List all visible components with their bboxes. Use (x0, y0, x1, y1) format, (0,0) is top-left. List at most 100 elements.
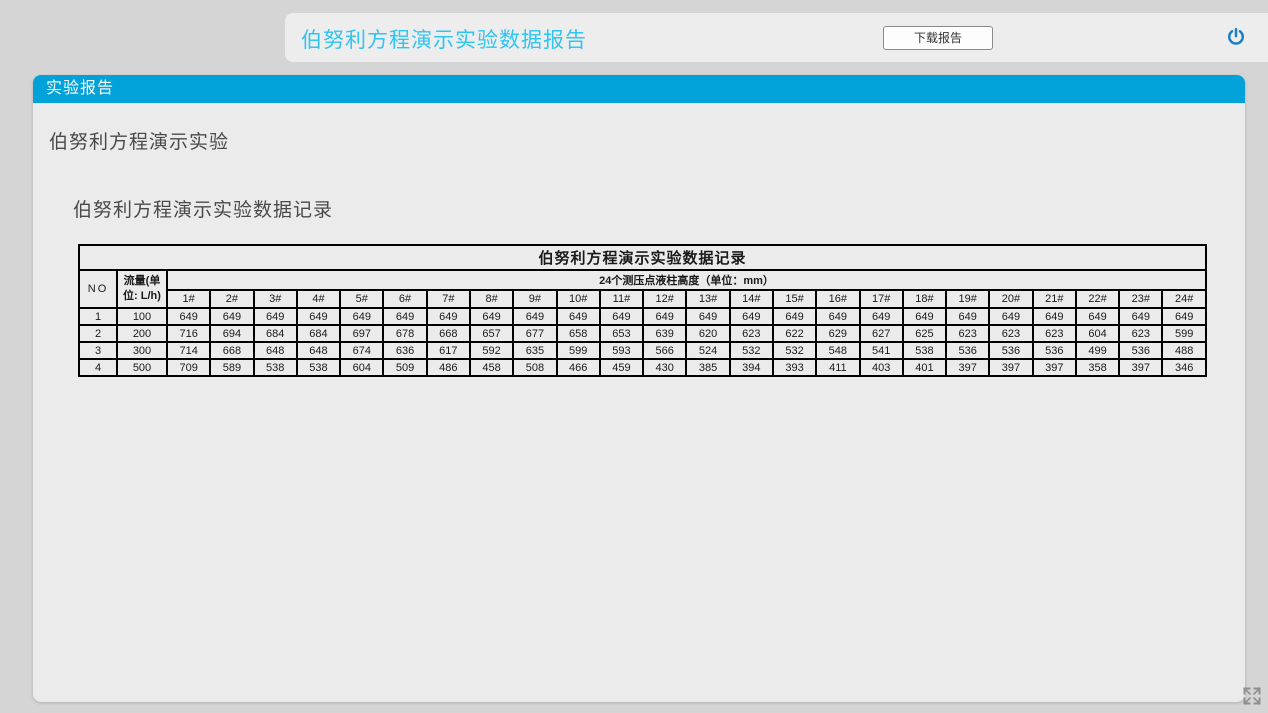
measurement-cell: 536 (989, 342, 1032, 359)
column-header-point: 11# (600, 290, 643, 308)
measurement-cell: 649 (773, 308, 816, 325)
measurement-cell: 677 (513, 325, 556, 342)
measurement-cell: 538 (254, 359, 297, 376)
measurement-cell: 649 (600, 308, 643, 325)
download-report-button[interactable]: 下载报告 (883, 26, 993, 50)
measurement-cell: 532 (730, 342, 773, 359)
flow-rate-cell: 100 (117, 308, 167, 325)
measurement-cell: 509 (383, 359, 426, 376)
row-number-cell: 4 (79, 359, 117, 376)
power-icon[interactable] (1226, 27, 1246, 47)
measurement-cell: 548 (816, 342, 859, 359)
row-number-cell: 2 (79, 325, 117, 342)
column-header-point: 21# (1033, 290, 1076, 308)
column-header-point: 8# (470, 290, 513, 308)
column-header-point: 24# (1162, 290, 1206, 308)
top-header-band: 伯努利方程演示实验数据报告 下载报告 (285, 13, 1268, 62)
measurement-cell: 668 (427, 325, 470, 342)
measurement-cell: 541 (860, 342, 903, 359)
row-number-cell: 3 (79, 342, 117, 359)
measurement-cell: 466 (557, 359, 600, 376)
measurement-cell: 649 (383, 308, 426, 325)
column-header-flow: 流量(单位: L/h) (117, 270, 167, 308)
section-title: 伯努利方程演示实验数据记录 (73, 195, 1245, 222)
measurement-cell: 649 (1162, 308, 1206, 325)
measurement-cell: 397 (989, 359, 1032, 376)
report-panel: 实验报告 伯努利方程演示实验 伯努利方程演示实验数据记录 伯努利方程演示实验数据… (33, 75, 1245, 702)
measurement-cell: 684 (254, 325, 297, 342)
measurement-cell: 649 (1033, 308, 1076, 325)
measurement-cell: 532 (773, 342, 816, 359)
table-point-header-row: 1#2#3#4#5#6#7#8#9#10#11#12#13#14#15#16#1… (79, 290, 1206, 308)
measurement-cell: 629 (816, 325, 859, 342)
measurement-cell: 649 (1119, 308, 1162, 325)
table-row: 4500709589538538604509486458508466459430… (79, 359, 1206, 376)
measurement-cell: 393 (773, 359, 816, 376)
measurement-cell: 649 (340, 308, 383, 325)
measurement-cell: 653 (600, 325, 643, 342)
measurement-cell: 623 (730, 325, 773, 342)
panel-banner: 实验报告 (33, 75, 1245, 103)
measurement-cell: 599 (557, 342, 600, 359)
table-row: 3300714668648648674636617592635599593566… (79, 342, 1206, 359)
measurement-cell: 649 (557, 308, 600, 325)
measurement-cell: 649 (254, 308, 297, 325)
measurement-cell: 385 (686, 359, 729, 376)
measurement-cell: 678 (383, 325, 426, 342)
column-header-point: 6# (383, 290, 426, 308)
measurement-cell: 649 (903, 308, 946, 325)
measurement-cell: 623 (1119, 325, 1162, 342)
column-header-point: 13# (686, 290, 729, 308)
measurement-cell: 649 (730, 308, 773, 325)
measurement-cell: 649 (297, 308, 340, 325)
measurement-cell: 639 (643, 325, 686, 342)
measurement-cell: 649 (989, 308, 1032, 325)
column-header-point: 10# (557, 290, 600, 308)
measurement-cell: 524 (686, 342, 729, 359)
measurement-cell: 397 (946, 359, 989, 376)
column-header-point: 4# (297, 290, 340, 308)
measurement-cell: 599 (1162, 325, 1206, 342)
experiment-title: 伯努利方程演示实验 (49, 127, 1245, 154)
column-header-point: 17# (860, 290, 903, 308)
page-title: 伯努利方程演示实验数据报告 (301, 24, 587, 54)
column-header-pressure-points: 24个测压点液柱高度（单位：mm） (167, 270, 1206, 290)
flow-rate-cell: 200 (117, 325, 167, 342)
measurement-cell: 648 (297, 342, 340, 359)
column-header-point: 20# (989, 290, 1032, 308)
measurement-cell: 397 (1119, 359, 1162, 376)
measurement-cell: 649 (210, 308, 253, 325)
measurement-cell: 714 (167, 342, 210, 359)
measurement-cell: 411 (816, 359, 859, 376)
column-header-point: 14# (730, 290, 773, 308)
measurement-cell: 627 (860, 325, 903, 342)
measurement-cell: 649 (686, 308, 729, 325)
measurement-cell: 623 (989, 325, 1032, 342)
measurement-cell: 403 (860, 359, 903, 376)
measurement-cell: 459 (600, 359, 643, 376)
column-header-point: 15# (773, 290, 816, 308)
flow-rate-cell: 500 (117, 359, 167, 376)
column-header-point: 16# (816, 290, 859, 308)
measurement-cell: 684 (297, 325, 340, 342)
measurement-cell: 636 (383, 342, 426, 359)
measurement-cell: 649 (167, 308, 210, 325)
column-header-point: 18# (903, 290, 946, 308)
measurement-cell: 346 (1162, 359, 1206, 376)
measurement-cell: 649 (946, 308, 989, 325)
measurement-cell: 458 (470, 359, 513, 376)
measurement-cell: 620 (686, 325, 729, 342)
measurement-cell: 604 (340, 359, 383, 376)
column-header-point: 9# (513, 290, 556, 308)
measurement-cell: 536 (1033, 342, 1076, 359)
measurement-cell: 648 (254, 342, 297, 359)
measurement-cell: 709 (167, 359, 210, 376)
row-number-cell: 1 (79, 308, 117, 325)
measurement-cell: 649 (643, 308, 686, 325)
fullscreen-icon[interactable] (1242, 686, 1262, 706)
measurement-cell: 508 (513, 359, 556, 376)
measurement-cell: 649 (513, 308, 556, 325)
measurement-cell: 649 (860, 308, 903, 325)
column-header-point: 22# (1076, 290, 1119, 308)
measurement-cell: 430 (643, 359, 686, 376)
